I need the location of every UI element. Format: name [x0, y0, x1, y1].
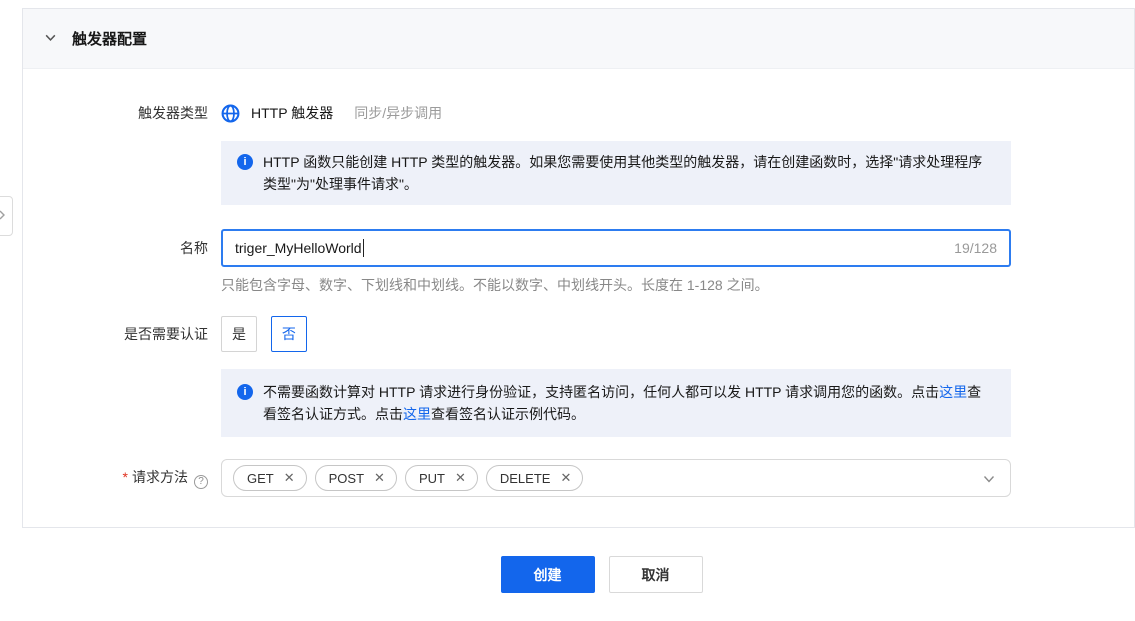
question-mark-icon[interactable]: ?	[194, 475, 208, 489]
name-label: 名称	[23, 238, 221, 258]
auth-yes-button[interactable]: 是	[221, 316, 257, 352]
signature-example-link[interactable]: 这里	[403, 406, 431, 422]
signature-auth-link[interactable]: 这里	[939, 384, 967, 400]
info-icon: i	[237, 154, 253, 170]
method-tag-get: GET✕	[233, 465, 307, 491]
auth-info-segment: 查看签名认证示例代码。	[431, 406, 585, 422]
http-trigger-info-banner: i HTTP 函数只能创建 HTTP 类型的触发器。如果您需要使用其他类型的触发…	[221, 141, 1011, 205]
globe-icon	[221, 104, 240, 123]
form-actions: 创建 取消	[22, 556, 1135, 593]
chevron-down-icon[interactable]	[44, 31, 57, 47]
panel-header[interactable]: 触发器配置	[23, 9, 1134, 69]
name-row: 名称 triger_MyHelloWorld 19/128	[23, 229, 1134, 267]
method-tag-delete: DELETE✕	[486, 465, 583, 491]
cancel-button[interactable]: 取消	[609, 556, 703, 593]
method-tag-put: PUT✕	[405, 465, 478, 491]
method-multiselect[interactable]: GET✕ POST✕ PUT✕ DELETE✕	[221, 459, 1011, 497]
trigger-config-panel: 触发器配置 触发器类型 HTTP 触发器 同步/异步调用 i HTTP 函数只	[22, 8, 1135, 528]
chevron-right-icon	[0, 208, 8, 224]
auth-no-button[interactable]: 否	[271, 316, 307, 352]
create-button[interactable]: 创建	[501, 556, 595, 593]
auth-info-text: 不需要函数计算对 HTTP 请求进行身份验证，支持匿名访问，任何人都可以发 HT…	[263, 381, 995, 425]
auth-row: 是否需要认证 是 否	[23, 316, 1134, 352]
trigger-type-label: 触发器类型	[23, 103, 221, 123]
auth-label: 是否需要认证	[23, 324, 221, 344]
panel-title: 触发器配置	[72, 28, 147, 49]
trigger-type-value: HTTP 触发器	[251, 103, 333, 123]
close-icon[interactable]: ✕	[284, 470, 295, 486]
auth-info-segment: 不需要函数计算对 HTTP 请求进行身份验证，支持匿名访问，任何人都可以发 HT…	[263, 384, 939, 400]
info-icon: i	[237, 384, 253, 400]
invocation-mode-text: 同步/异步调用	[354, 103, 442, 123]
name-input-value: triger_MyHelloWorld	[235, 240, 362, 256]
close-icon[interactable]: ✕	[560, 470, 571, 486]
text-cursor	[363, 239, 364, 257]
trigger-type-row: 触发器类型 HTTP 触发器 同步/异步调用	[23, 103, 1134, 123]
close-icon[interactable]: ✕	[374, 470, 385, 486]
char-counter: 19/128	[954, 240, 997, 256]
http-trigger-info-text: HTTP 函数只能创建 HTTP 类型的触发器。如果您需要使用其他类型的触发器，…	[263, 151, 995, 195]
name-input[interactable]: triger_MyHelloWorld 19/128	[221, 229, 1011, 267]
required-asterisk: *	[123, 469, 128, 485]
side-panel-expand-button[interactable]	[0, 196, 13, 236]
auth-info-banner: i 不需要函数计算对 HTTP 请求进行身份验证，支持匿名访问，任何人都可以发 …	[221, 369, 1011, 437]
name-helper-text: 只能包含字母、数字、下划线和中划线。不能以数字、中划线开头。长度在 1-128 …	[221, 275, 1134, 295]
chevron-down-icon[interactable]	[981, 471, 997, 490]
method-label: 请求方法	[132, 469, 188, 485]
method-tag-post: POST✕	[315, 465, 397, 491]
close-icon[interactable]: ✕	[455, 470, 466, 486]
method-row: *请求方法? GET✕ POST✕ PUT✕ DELETE✕	[23, 459, 1134, 497]
